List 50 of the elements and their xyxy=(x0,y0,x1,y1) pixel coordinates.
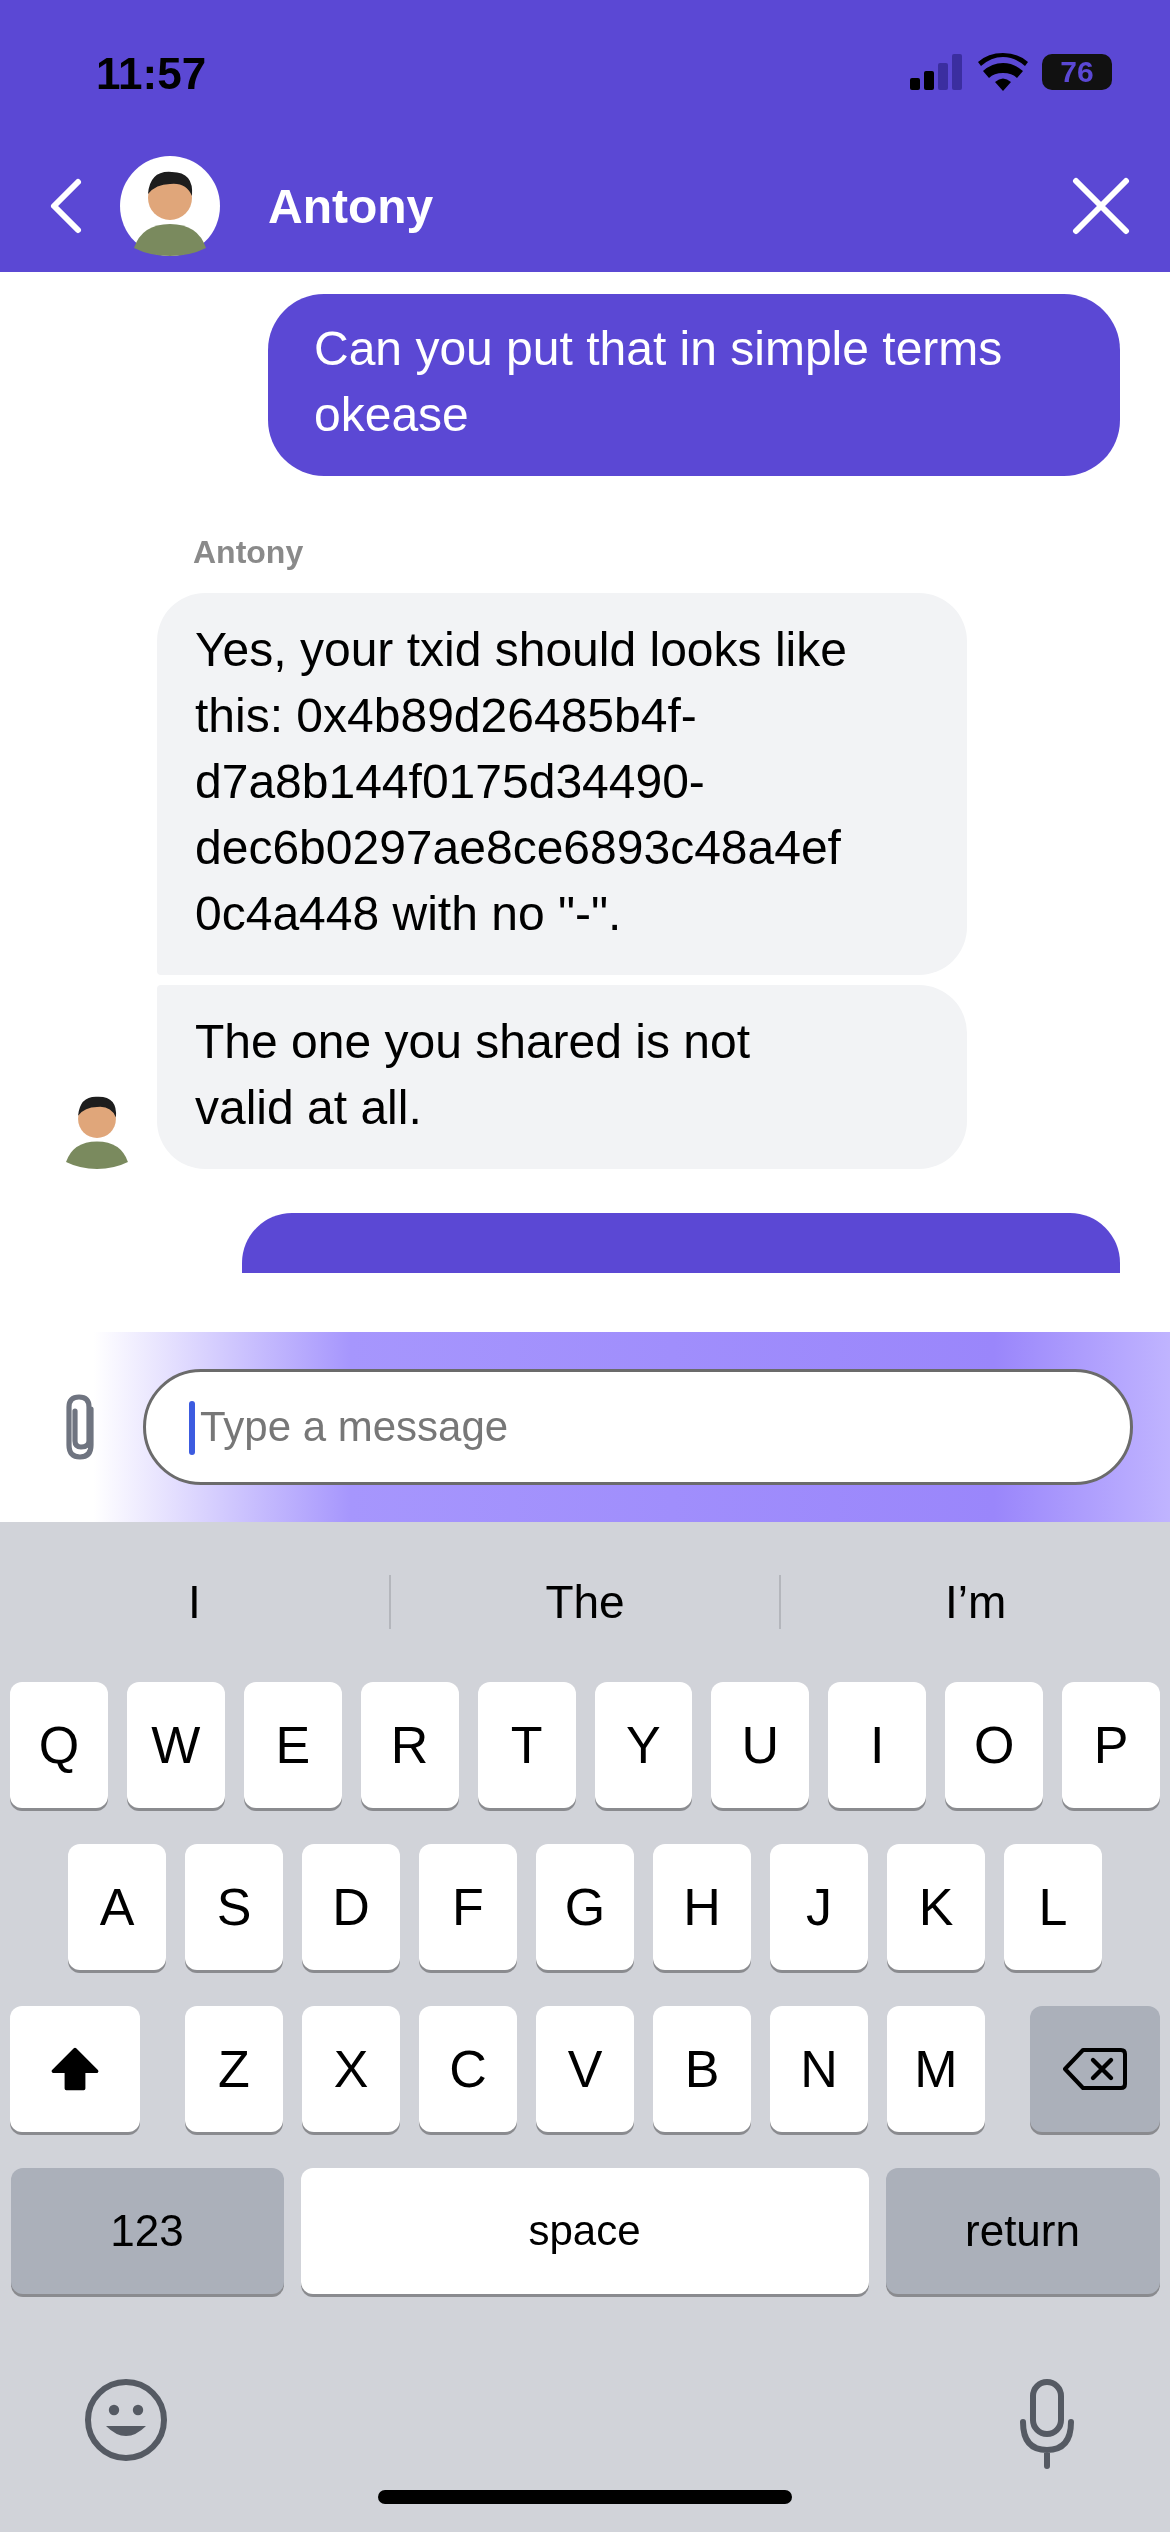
message-bubble: Can you put that in simple terms okease xyxy=(268,294,1120,476)
key[interactable]: C xyxy=(419,2006,517,2132)
suggestion[interactable]: I’m xyxy=(779,1575,1170,1629)
key[interactable]: D xyxy=(302,1844,400,1970)
key[interactable]: S xyxy=(185,1844,283,1970)
key[interactable]: M xyxy=(887,2006,985,2132)
numbers-key[interactable]: 123 xyxy=(10,2168,284,2294)
key[interactable]: X xyxy=(302,2006,400,2132)
wifi-icon xyxy=(978,53,1028,91)
message-field[interactable]: Type a message xyxy=(143,1369,1133,1485)
key[interactable]: E xyxy=(243,1682,342,1808)
delete-key[interactable] xyxy=(1030,2006,1160,2132)
space-key[interactable]: space xyxy=(300,2168,869,2294)
key[interactable]: V xyxy=(536,2006,634,2132)
shift-key[interactable] xyxy=(10,2006,140,2132)
key[interactable]: B xyxy=(653,2006,751,2132)
signal-icon xyxy=(910,54,964,90)
return-key[interactable]: return xyxy=(885,2168,1160,2294)
key[interactable]: O xyxy=(945,1682,1044,1808)
key[interactable]: W xyxy=(126,1682,225,1808)
message-bubble: Yes, your txid should looks like this: 0x4b89d26485b4f-d7a8b144f0175d34490-dec6b0297ae8ce6893c48a4ef0c4a448 with no "-". xyxy=(157,593,967,975)
key[interactable]: H xyxy=(653,1844,751,1970)
contact-name: Antony xyxy=(268,178,435,234)
key[interactable]: K xyxy=(887,1844,985,1970)
status-time: 11:57 xyxy=(96,48,207,99)
key[interactable]: I xyxy=(828,1682,927,1808)
key[interactable]: G xyxy=(536,1844,634,1970)
message-bubble: The one you shared is not valid at all. xyxy=(157,985,967,1169)
key[interactable]: R xyxy=(360,1682,459,1808)
emoji-icon[interactable] xyxy=(84,2378,168,2462)
key[interactable]: U xyxy=(711,1682,810,1808)
microphone-icon[interactable] xyxy=(1019,2378,1075,2470)
key[interactable]: A xyxy=(68,1844,166,1970)
key[interactable]: F xyxy=(419,1844,517,1970)
key[interactable]: L xyxy=(1004,1844,1102,1970)
battery-level: 76 xyxy=(1042,54,1112,90)
key[interactable]: N xyxy=(770,2006,868,2132)
key[interactable]: Q xyxy=(9,1682,108,1808)
suggestion[interactable]: The xyxy=(388,1575,780,1629)
key[interactable]: T xyxy=(477,1682,576,1808)
avatar-icon xyxy=(120,156,220,256)
sender-name: Antony xyxy=(193,534,305,571)
text-cursor xyxy=(189,1401,195,1455)
key[interactable]: P xyxy=(1062,1682,1161,1808)
key[interactable]: J xyxy=(770,1844,868,1970)
key[interactable]: Z xyxy=(185,2006,283,2132)
backspace-icon xyxy=(1063,2046,1127,2092)
suggestion[interactable]: I xyxy=(0,1575,389,1629)
key[interactable]: Y xyxy=(594,1682,693,1808)
close-icon[interactable] xyxy=(1072,177,1130,235)
